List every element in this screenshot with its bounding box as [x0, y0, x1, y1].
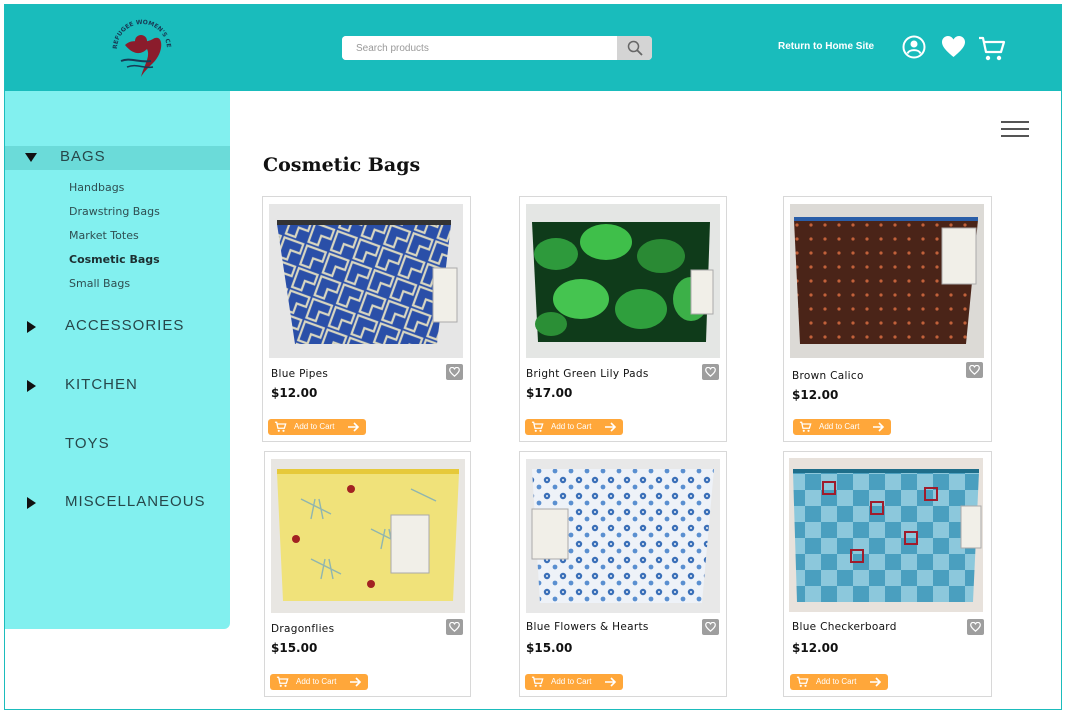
product-price: $15.00 — [271, 641, 318, 655]
add-to-cart-label: Add to Cart — [294, 422, 335, 431]
page-frame: REFUGEE WOMEN'S CENTER Return to Home Si… — [4, 4, 1062, 710]
arrow-right-icon — [348, 422, 360, 432]
product-name[interactable]: Blue Flowers & Hearts — [526, 621, 649, 633]
product-image[interactable] — [526, 459, 720, 613]
category-miscellaneous[interactable]: MISCELLANEOUS — [5, 491, 230, 515]
add-to-cart-label: Add to Cart — [551, 677, 592, 686]
product-image[interactable] — [269, 204, 463, 358]
category-label: BAGS — [60, 148, 106, 165]
product-card[interactable]: Blue Checkerboard $12.00 Add to Cart — [783, 451, 992, 697]
category-label: MISCELLANEOUS — [65, 493, 206, 510]
subcategory-market-totes[interactable]: Market Totes — [69, 229, 139, 242]
product-price: $12.00 — [792, 641, 839, 655]
product-price: $15.00 — [526, 641, 573, 655]
category-label: KITCHEN — [65, 376, 138, 393]
subcategory-handbags[interactable]: Handbags — [69, 181, 124, 194]
heart-outline-icon — [969, 365, 980, 375]
add-to-cart-button[interactable]: Add to Cart — [793, 419, 891, 435]
caret-down-icon — [25, 153, 37, 162]
caret-right-icon — [27, 321, 36, 333]
product-name[interactable]: Dragonflies — [271, 623, 334, 635]
arrow-right-icon — [605, 422, 617, 432]
category-accessories[interactable]: ACCESSORIES — [5, 315, 230, 339]
category-kitchen[interactable]: KITCHEN — [5, 374, 230, 398]
add-to-cart-button[interactable]: Add to Cart — [790, 674, 888, 690]
cart-icon — [531, 421, 544, 432]
favorite-button[interactable] — [967, 619, 984, 635]
subcategory-cosmetic-bags[interactable]: Cosmetic Bags — [69, 253, 160, 266]
product-card[interactable]: Bright Green Lily Pads $17.00 Add to Car… — [519, 196, 727, 442]
search-input[interactable] — [342, 36, 617, 60]
product-image[interactable] — [789, 458, 983, 612]
favorite-button[interactable] — [446, 364, 463, 380]
heart-outline-icon — [449, 367, 460, 377]
subcategory-drawstring-bags[interactable]: Drawstring Bags — [69, 205, 160, 218]
product-image[interactable] — [271, 459, 465, 613]
cart-icon[interactable] — [978, 35, 1006, 63]
add-to-cart-label: Add to Cart — [296, 677, 337, 686]
arrow-right-icon — [605, 677, 617, 687]
favorite-button[interactable] — [966, 362, 983, 378]
product-card[interactable]: Brown Calico $12.00 Add to Cart — [783, 196, 992, 442]
product-card[interactable]: Dragonflies $15.00 Add to Cart — [264, 451, 471, 697]
subcategory-small-bags[interactable]: Small Bags — [69, 277, 130, 290]
favorite-button[interactable] — [446, 619, 463, 635]
product-price: $12.00 — [271, 386, 318, 400]
product-name[interactable]: Bright Green Lily Pads — [526, 368, 649, 380]
category-toys[interactable]: TOYS — [5, 433, 230, 457]
caret-right-icon — [27, 497, 36, 509]
product-card[interactable]: Blue Pipes $12.00 Add to Cart — [262, 196, 471, 442]
cart-icon — [531, 676, 544, 687]
add-to-cart-label: Add to Cart — [819, 422, 860, 431]
menu-icon[interactable] — [1001, 121, 1029, 139]
heart-outline-icon — [705, 622, 716, 632]
add-to-cart-button[interactable]: Add to Cart — [525, 419, 623, 435]
product-price: $12.00 — [792, 388, 839, 402]
product-image[interactable] — [790, 204, 984, 358]
cart-icon — [276, 676, 289, 687]
category-label: ACCESSORIES — [65, 317, 185, 334]
heart-icon[interactable] — [941, 35, 966, 59]
cart-icon — [796, 676, 809, 687]
page-title: Cosmetic Bags — [263, 154, 421, 176]
add-to-cart-button[interactable]: Add to Cart — [268, 419, 366, 435]
arrow-right-icon — [870, 677, 882, 687]
logo[interactable]: REFUGEE WOMEN'S CENTER — [107, 11, 177, 81]
caret-right-icon — [27, 380, 36, 392]
account-icon[interactable] — [902, 35, 926, 59]
arrow-right-icon — [873, 422, 885, 432]
return-home-link[interactable]: Return to Home Site — [778, 41, 874, 52]
site-header: REFUGEE WOMEN'S CENTER Return to Home Si… — [5, 5, 1061, 91]
product-image[interactable] — [526, 204, 720, 358]
product-card[interactable]: Blue Flowers & Hearts $15.00 Add to Cart — [519, 451, 727, 697]
category-bags[interactable]: BAGS — [5, 146, 230, 170]
heart-outline-icon — [449, 622, 460, 632]
arrow-right-icon — [350, 677, 362, 687]
search-icon — [627, 40, 643, 56]
category-label: TOYS — [65, 435, 110, 452]
search-bar — [342, 36, 652, 60]
add-to-cart-button[interactable]: Add to Cart — [270, 674, 368, 690]
add-to-cart-button[interactable]: Add to Cart — [525, 674, 623, 690]
search-button[interactable] — [617, 36, 652, 60]
product-name[interactable]: Blue Checkerboard — [792, 621, 897, 633]
cart-icon — [274, 421, 287, 432]
add-to-cart-label: Add to Cart — [816, 677, 857, 686]
product-price: $17.00 — [526, 386, 573, 400]
favorite-button[interactable] — [702, 364, 719, 380]
category-sidebar: BAGS Handbags Drawstring Bags Market Tot… — [5, 91, 230, 629]
product-name[interactable]: Blue Pipes — [271, 368, 328, 380]
heart-outline-icon — [970, 622, 981, 632]
favorite-button[interactable] — [702, 619, 719, 635]
cart-icon — [799, 421, 812, 432]
heart-outline-icon — [705, 367, 716, 377]
add-to-cart-label: Add to Cart — [551, 422, 592, 431]
product-name[interactable]: Brown Calico — [792, 370, 864, 382]
